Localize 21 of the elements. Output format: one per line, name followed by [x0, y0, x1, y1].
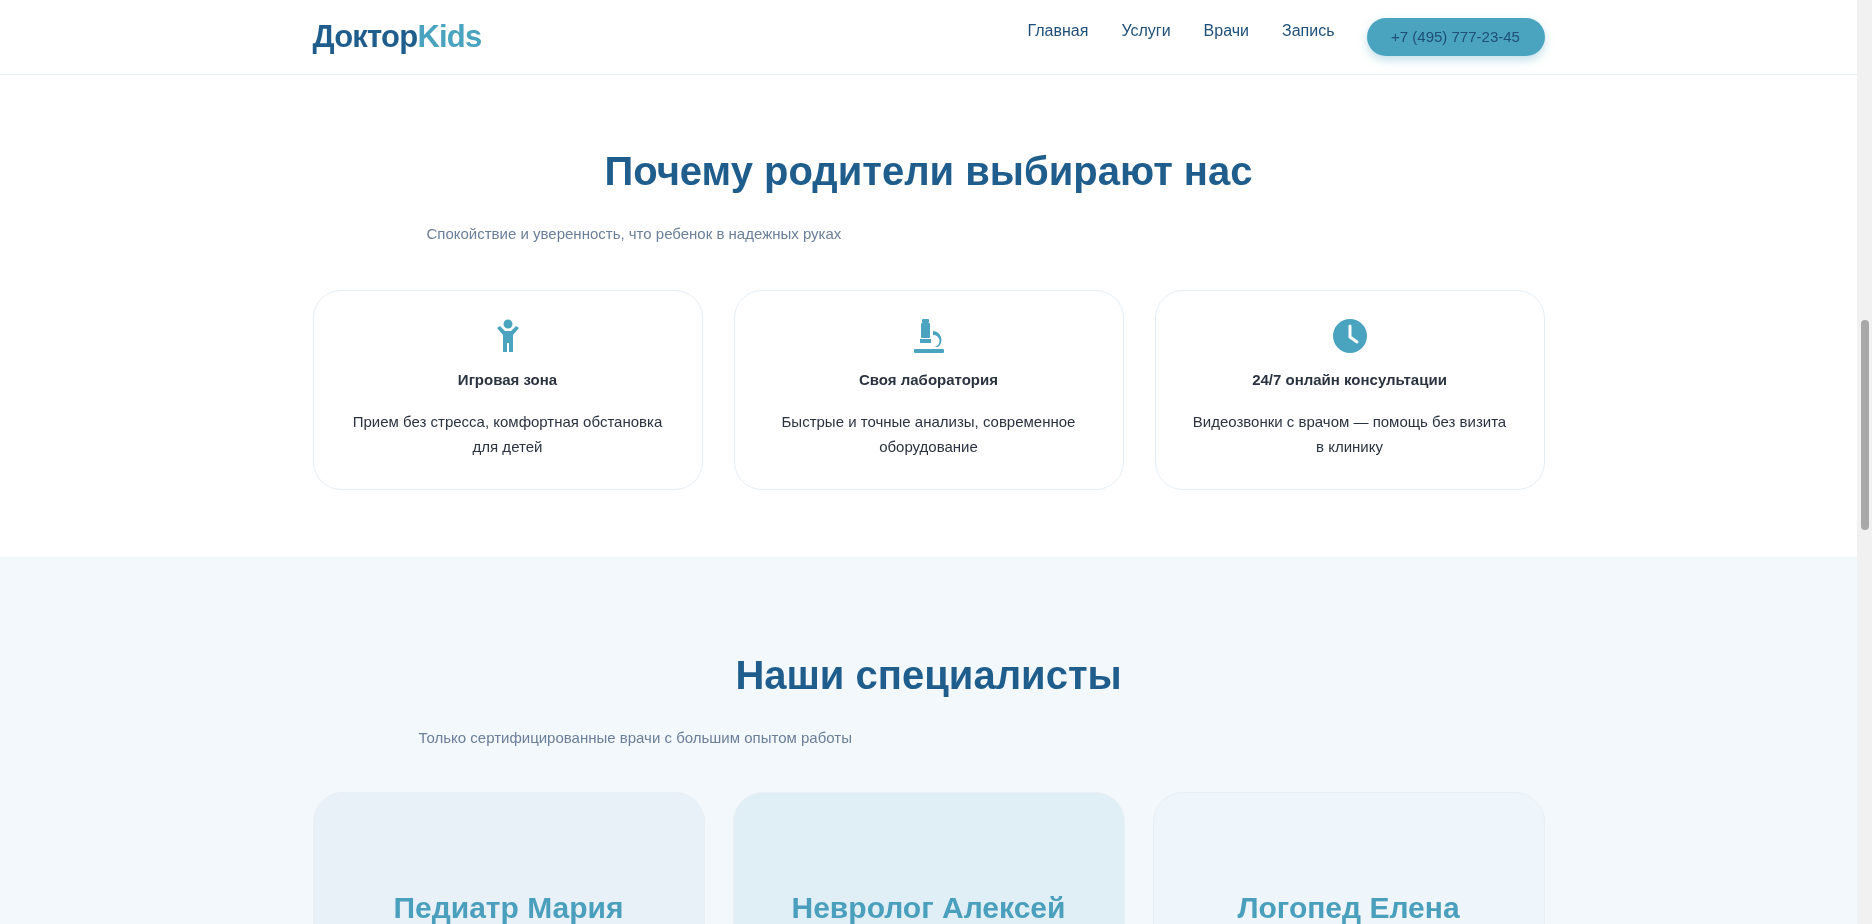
feature-text: Видеозвонки с врачом — помощь без визита в клинику: [1191, 412, 1508, 457]
clock-icon: [1331, 317, 1368, 354]
child-icon: [494, 318, 521, 353]
nav-link[interactable]: Услуги: [1121, 19, 1171, 43]
doctor-name: Педиатр Мария: [393, 892, 624, 924]
section-title: Наши специалисты: [734, 652, 1123, 699]
feature-text: Прием без стресса, комфортная обстановка для детей: [351, 412, 664, 457]
feature-text: Быстрые и точные анализы, современное оборудование: [780, 412, 1077, 457]
feature-title: 24/7 онлайн консультации: [1252, 369, 1447, 390]
nav-link[interactable]: Врачи: [1203, 19, 1249, 43]
scrollbar[interactable]: [1857, 0, 1872, 924]
nav-link[interactable]: Запись: [1282, 19, 1335, 43]
nav-link[interactable]: Главная: [1027, 19, 1089, 43]
feature-title: Игровая зона: [457, 369, 558, 390]
section-title: Почему родители выбирают нас: [603, 148, 1254, 195]
feature-title: Своя лаборатория: [859, 369, 998, 390]
logo[interactable]: ДокторKids: [312, 13, 482, 61]
doctor-name: Логопед Елена: [1237, 892, 1460, 924]
doctor-name: Невролог Алексей: [791, 892, 1066, 924]
section-subtitle: Только сертифицированные врачи с большим опытом работы: [418, 728, 853, 748]
section-subtitle: Спокойствие и уверенность, что ребенок в надежных руках: [426, 224, 843, 244]
